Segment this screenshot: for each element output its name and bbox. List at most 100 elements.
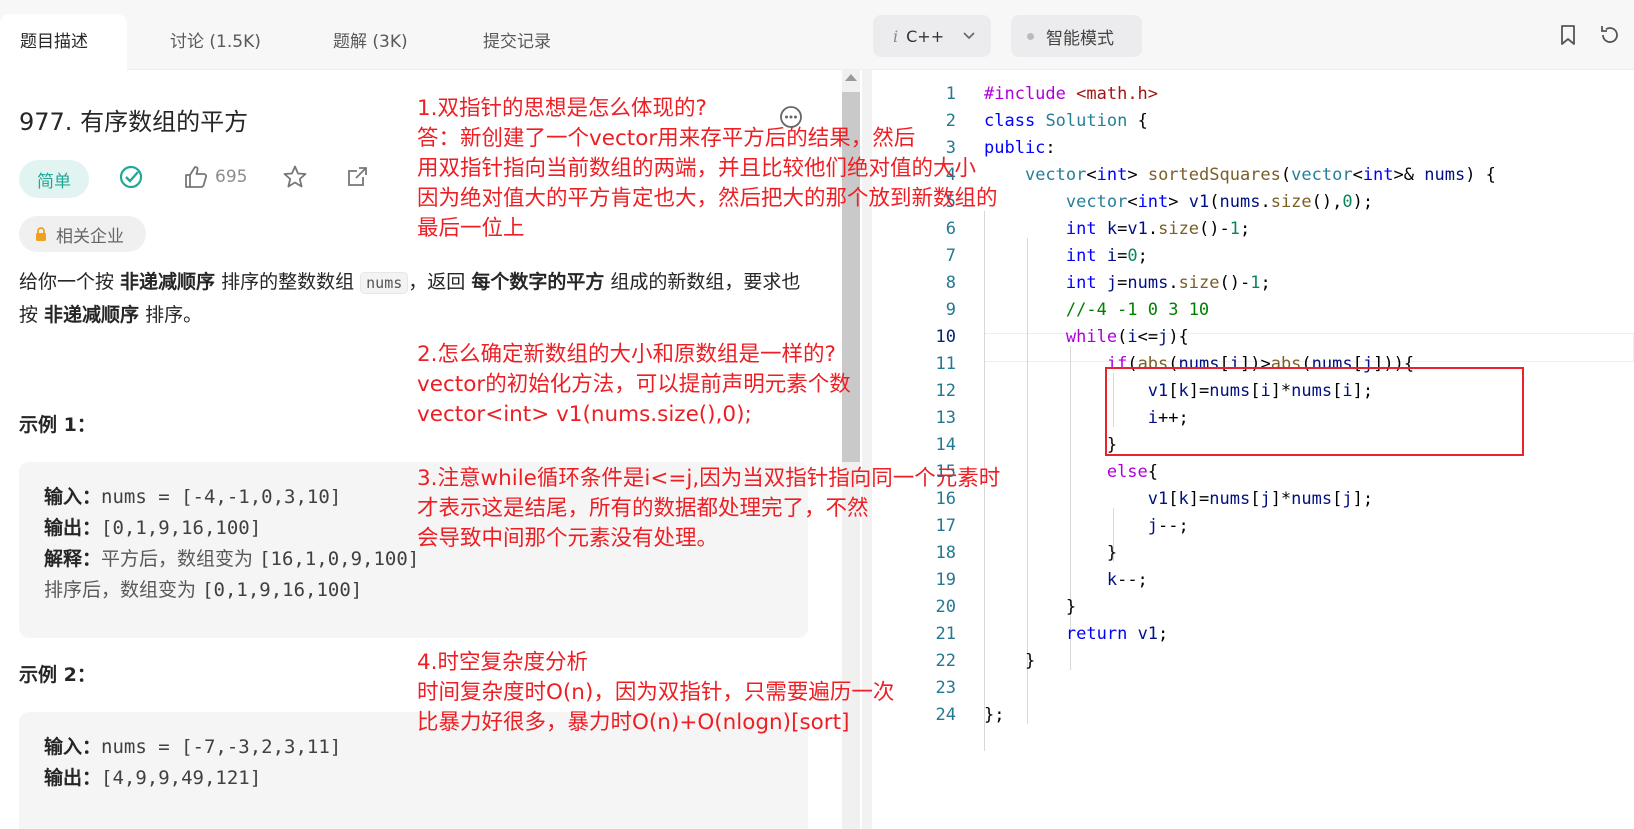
code-text[interactable]: return v1; (984, 620, 1168, 648)
code-text[interactable]: j--; (984, 512, 1189, 540)
annotation-line: 答：新创建了一个vector用来存平方后的结果，然后 (417, 126, 916, 151)
solved-check-icon (119, 165, 143, 189)
code-line[interactable]: 8 int j=nums.size()-1; (872, 269, 1634, 297)
code-text[interactable]: }; (984, 701, 1004, 729)
tab-submissions[interactable]: 提交记录 (463, 14, 571, 70)
mode-status-dot (1027, 32, 1034, 40)
code-text[interactable]: k--; (984, 566, 1148, 594)
annotation-note-1: 1.双指针的思想是怎么体现的? 答：新创建了一个vector用来存平方后的结果，… (417, 94, 998, 244)
line-number: 9 (945, 300, 956, 320)
annotation-line: 用双指针指向当前数组的两端，并且比较他们绝对值的大小 (417, 156, 977, 181)
input-label: 输入： (44, 736, 102, 758)
annotation-line: 最后一位上 (417, 216, 525, 241)
explain-text: 平方后，数组变为 (101, 548, 254, 570)
annotation-line: 才表示这是结尾，所有的数据都处理完了，不然 (417, 496, 869, 521)
top-tab-bar: 题目描述 讨论 (1.5K) 题解 (3K) 提交记录 i C++ 智能模式 (0, 0, 1634, 70)
inline-code: nums (360, 272, 409, 294)
reset-icon[interactable] (1597, 22, 1623, 48)
desc-text: 给你一个按 (19, 271, 121, 293)
code-text[interactable]: } (984, 539, 1117, 567)
language-label: C++ (906, 26, 945, 46)
company-tag-label: 相关企业 (56, 226, 124, 247)
line-number: 21 (935, 624, 956, 644)
line-number: 20 (935, 597, 956, 617)
thumbs-up-icon[interactable] (182, 163, 210, 191)
annotation-line: 3.注意while循环条件是i<=j,因为当双指针指向同一个元素时 (417, 466, 1001, 491)
mode-label: 智能模式 (1046, 28, 1114, 49)
output-label: 输出： (44, 517, 102, 539)
annotation-line: vector的初始化方法，可以提前声明元素个数 (417, 372, 851, 397)
example-input: nums = [-7,-3,2,3,11] (101, 736, 342, 758)
code-text[interactable]: } (984, 593, 1076, 621)
example-input: nums = [-4,-1,0,3,10] (101, 486, 342, 508)
annotation-highlight-box (1105, 367, 1524, 456)
line-number: 7 (945, 246, 956, 266)
smart-mode-button[interactable]: 智能模式 (1011, 15, 1142, 57)
explain-label: 解释： (44, 548, 102, 570)
related-companies-tag[interactable]: 相关企业 (19, 216, 146, 252)
line-number: 10 (935, 327, 956, 347)
desc-bold: 每个数字的平方 (471, 271, 605, 293)
desc-bold: 非递减顺序 (120, 271, 216, 293)
desc-text: ，返回 (408, 271, 472, 293)
star-icon[interactable] (281, 163, 309, 191)
chevron-down-icon (963, 32, 975, 40)
explain-value: [0,1,9,16,100] (202, 579, 363, 601)
code-line[interactable]: 22 } (872, 647, 1634, 675)
code-text[interactable]: v1[k]=nums[j]*nums[j]; (984, 485, 1373, 513)
code-line[interactable]: 24}; (872, 701, 1634, 729)
code-line[interactable]: 19 k--; (872, 566, 1634, 594)
code-text[interactable]: #include <math.h> (984, 80, 1158, 108)
language-select[interactable]: i C++ (873, 15, 991, 57)
tab-solutions[interactable]: 题解 (3K) (313, 14, 428, 70)
code-text[interactable]: int j=nums.size()-1; (984, 269, 1271, 297)
code-line[interactable]: 21 return v1; (872, 620, 1634, 648)
example-2-title: 示例 2： (19, 664, 96, 686)
code-text[interactable]: vector<int> sortedSquares(vector<int>& n… (984, 161, 1496, 189)
language-info-icon: i (893, 26, 899, 46)
code-text[interactable]: int i=0; (984, 242, 1148, 270)
code-text[interactable]: while(i<=j){ (984, 323, 1189, 351)
code-line[interactable]: 9 //-4 -1 0 3 10 (872, 296, 1634, 324)
share-icon[interactable] (343, 163, 371, 191)
line-number: 12 (935, 381, 956, 401)
code-text[interactable]: else{ (984, 458, 1158, 486)
code-text[interactable]: //-4 -1 0 3 10 (984, 296, 1209, 324)
input-label: 输入： (44, 486, 102, 508)
annotation-line: 因为绝对值大的平方肯定也大，然后把大的那个放到新数组的 (417, 186, 998, 211)
line-number: 14 (935, 435, 956, 455)
code-text[interactable]: vector<int> v1(nums.size(),0); (984, 188, 1373, 216)
code-text[interactable]: } (984, 431, 1117, 459)
problem-title: 977. 有序数组的平方 (19, 108, 249, 136)
code-text[interactable]: class Solution { (984, 107, 1148, 135)
lock-icon (36, 227, 46, 241)
code-line[interactable]: 20 } (872, 593, 1634, 621)
annotation-note-3: 3.注意while循环条件是i<=j,因为当双指针指向同一个元素时 才表示这是结… (417, 464, 1000, 554)
scroll-up-arrow-icon[interactable] (845, 74, 857, 81)
line-number: 11 (935, 354, 956, 374)
like-count: 695 (215, 167, 248, 187)
code-line[interactable]: 23 (872, 674, 1634, 702)
code-text[interactable]: } (984, 647, 1035, 675)
annotation-line: 比暴力好很多，暴力时O(n)+O(nlogn)[sort] (417, 710, 850, 735)
bookmark-icon[interactable] (1555, 22, 1581, 48)
tab-description[interactable]: 题目描述 (0, 14, 127, 70)
code-text[interactable]: int k=v1.size()-1; (984, 215, 1250, 243)
annotation-line: 会导致中间那个元素没有处理。 (417, 526, 719, 551)
tab-discussion[interactable]: 讨论 (1.5K) (150, 14, 281, 70)
problem-description: 给你一个按 非递减顺序 排序的整数数组 nums ，返回 每个数字的平方 组成的新… (19, 266, 809, 331)
desc-bold: 非递减顺序 (44, 304, 140, 326)
explain-text: 排序后，数组变为 (44, 579, 197, 601)
difficulty-badge: 简单 (19, 160, 89, 198)
annotation-note-4: 4.时空复杂度分析 时间复杂度时O(n)，因为双指针，只需要遍历一次 比暴力好很… (417, 648, 894, 738)
annotation-line: 1.双指针的思想是怎么体现的? (417, 96, 707, 121)
output-label: 输出： (44, 767, 102, 789)
line-number: 8 (945, 273, 956, 293)
code-line[interactable]: 10 while(i<=j){ (872, 323, 1634, 351)
desc-text: 排序。 (139, 304, 203, 326)
example-output: [0,1,9,16,100] (101, 517, 262, 539)
code-line[interactable]: 7 int i=0; (872, 242, 1634, 270)
line-number: 13 (935, 408, 956, 428)
line-number: 19 (935, 570, 956, 590)
annotation-note-2: 2.怎么确定新数组的大小和原数组是一样的? vector的初始化方法，可以提前声… (417, 340, 851, 430)
